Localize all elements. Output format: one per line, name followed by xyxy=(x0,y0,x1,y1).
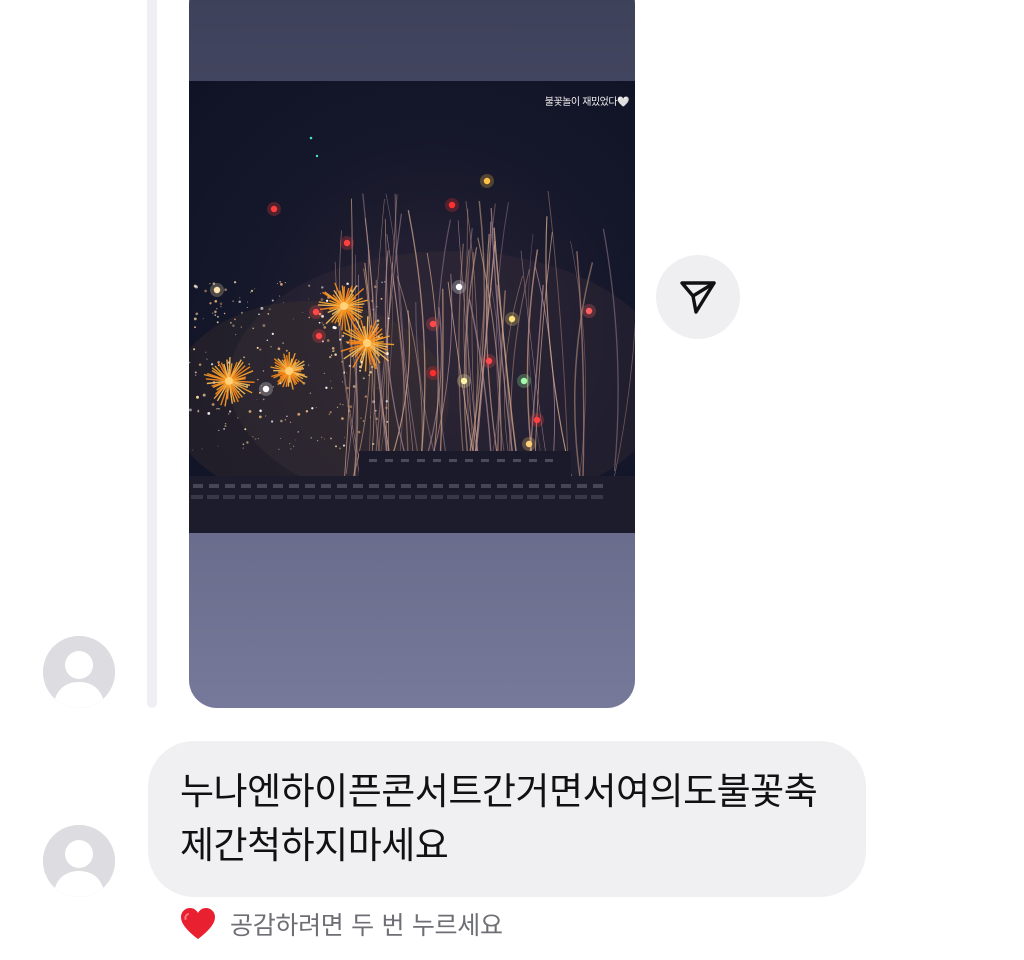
message-bubble[interactable]: 누나엔하이픈콘서트간거면서여의도불꽃축제간척하지마세요 xyxy=(148,741,866,897)
heart-icon xyxy=(181,908,215,939)
story-reply-line xyxy=(147,0,157,708)
paper-plane-icon xyxy=(680,281,716,314)
avatar[interactable] xyxy=(43,636,115,708)
avatar[interactable] xyxy=(43,825,115,897)
fireworks-photo[interactable]: 불꽃놀이 재밌었다🤍 xyxy=(189,81,635,533)
fireworks-image xyxy=(189,136,635,533)
like-hint-text: 공감하려면 두 번 누르세요 xyxy=(230,911,503,940)
like-hint[interactable]: 공감하려면 두 번 누르세요 xyxy=(180,906,503,942)
default-profile-icon xyxy=(43,636,115,708)
share-button[interactable] xyxy=(656,255,740,339)
story-caption: 불꽃놀이 재밌었다🤍 xyxy=(544,97,630,108)
default-profile-icon xyxy=(43,825,115,897)
message-text: 누나엔하이픈콘서트간거면서여의도불꽃축제간척하지마세요 xyxy=(180,770,818,867)
dm-thread-screen: 불꽃놀이 재밌었다🤍 누나엔하이픈콘서트간거면서여의도불꽃축제간척하지마세요 공… xyxy=(0,0,1024,960)
shared-story-card[interactable]: 불꽃놀이 재밌었다🤍 xyxy=(189,0,635,708)
